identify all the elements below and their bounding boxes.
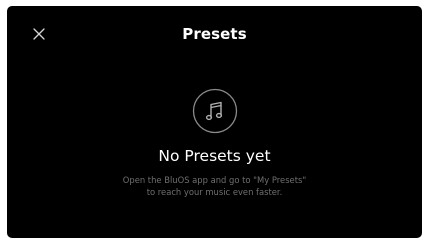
header-bar: Presets (7, 6, 422, 64)
empty-state-description-line2: to reach your music even faster. (146, 186, 283, 197)
page-title: Presets (182, 25, 247, 43)
presets-screen: Presets No Presets yet Open the BluOS ap… (7, 6, 422, 238)
empty-state-description: Open the BluOS app and go to "My Presets… (7, 175, 422, 198)
music-note-icon (192, 88, 238, 134)
empty-state: No Presets yet Open the BluOS app and go… (7, 88, 422, 198)
empty-state-description-line1: Open the BluOS app and go to "My Presets… (122, 175, 307, 185)
empty-state-heading: No Presets yet (158, 147, 271, 165)
